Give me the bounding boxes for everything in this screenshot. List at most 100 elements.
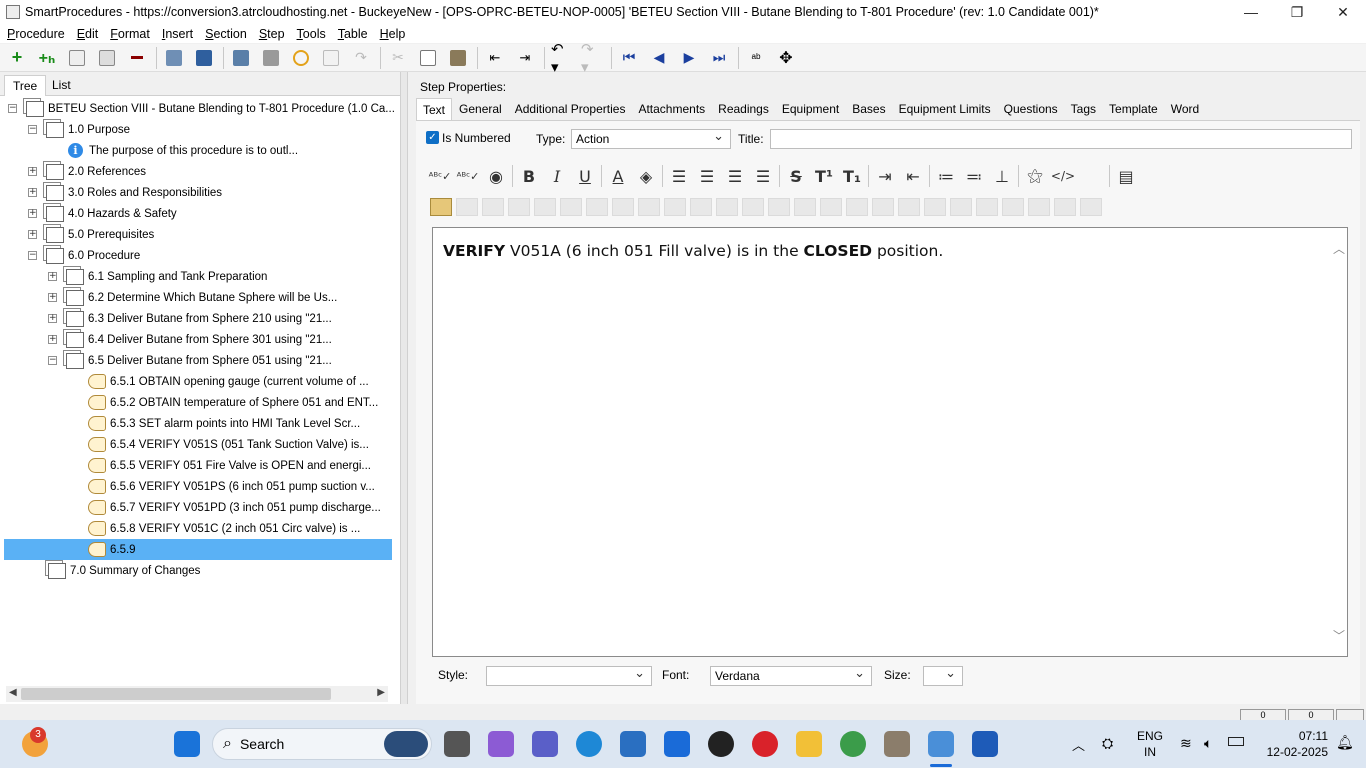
- tab-questions[interactable]: Questions: [998, 98, 1064, 120]
- previous-icon[interactable]: ◀: [648, 47, 670, 69]
- tree-node-6-3[interactable]: +6.3 Deliver Butane from Sphere 210 usin…: [48, 308, 332, 329]
- clock-time[interactable]: 07:11: [1256, 729, 1328, 743]
- font-select[interactable]: Verdana: [710, 665, 872, 686]
- collapse-icon[interactable]: −: [8, 104, 17, 113]
- step-text-content[interactable]: VERIFY V051A (6 inch 051 Fill valve) is …: [443, 242, 943, 260]
- wifi-icon[interactable]: ≋: [1180, 735, 1192, 752]
- tree-node-step-6-5-5[interactable]: 6.5.5 VERIFY 051 Fire Valve is OPEN and …: [88, 455, 371, 476]
- justify-icon[interactable]: ☰: [749, 164, 777, 188]
- menu-tools[interactable]: Tools: [297, 27, 326, 41]
- tree-node-root[interactable]: − BETEU Section VIII - Butane Blending to…: [8, 98, 394, 119]
- task-view-icon[interactable]: [444, 731, 470, 757]
- undo-icon[interactable]: ↶ ▾: [551, 41, 573, 76]
- tree-node-step-6-5-9[interactable]: 6.5.9: [4, 539, 392, 560]
- tree-node-summary[interactable]: 7.0 Summary of Changes: [48, 560, 200, 581]
- title-input[interactable]: [770, 129, 1352, 149]
- windows-start-icon[interactable]: [174, 731, 200, 757]
- is-numbered-checkbox[interactable]: ✓: [426, 131, 439, 144]
- tree-node-step-6-5-8[interactable]: 6.5.8 VERIFY V051C (2 inch 051 Circ valv…: [88, 518, 360, 539]
- word-icon[interactable]: [972, 731, 998, 757]
- tab-tree[interactable]: Tree: [4, 75, 47, 96]
- spellcheck-icon[interactable]: ᴬᴮᶜ✓: [426, 164, 454, 188]
- numbered-list-icon[interactable]: ≕: [960, 164, 988, 188]
- menu-format[interactable]: Format: [110, 27, 150, 41]
- outline-expand-icon[interactable]: [96, 47, 118, 69]
- outdent-icon[interactable]: ⇥: [514, 47, 536, 69]
- redo-icon[interactable]: ↷ ▾: [581, 41, 603, 76]
- scroll-left-icon[interactable]: ◀: [9, 687, 17, 698]
- scroll-down-icon[interactable]: ﹀: [1333, 627, 1345, 644]
- html-code-icon[interactable]: </>: [1049, 164, 1077, 188]
- tab-general[interactable]: General: [453, 98, 508, 120]
- add-icon[interactable]: +: [6, 47, 28, 69]
- type-select[interactable]: Action: [571, 128, 731, 149]
- expand-icon[interactable]: +: [48, 272, 57, 281]
- tab-equipment[interactable]: Equipment: [776, 98, 845, 120]
- align-left-icon[interactable]: ☰: [665, 164, 693, 188]
- field-icon[interactable]: [320, 47, 342, 69]
- superscript-icon[interactable]: T¹: [810, 164, 838, 188]
- chrome-icon[interactable]: [840, 731, 866, 757]
- network-settings-icon[interactable]: ⛭: [1102, 735, 1113, 752]
- first-icon[interactable]: ⏮: [618, 47, 640, 69]
- tab-tags[interactable]: Tags: [1065, 98, 1102, 120]
- tab-word[interactable]: Word: [1165, 98, 1205, 120]
- tab-attachments[interactable]: Attachments: [632, 98, 711, 120]
- underline-icon[interactable]: U: [571, 164, 599, 188]
- menu-insert[interactable]: Insert: [162, 27, 193, 41]
- expand-icon[interactable]: +: [28, 230, 37, 239]
- tree-node-6-2[interactable]: +6.2 Determine Which Butane Sphere will …: [48, 287, 337, 308]
- tree-node-step-6-5-2[interactable]: 6.5.2 OBTAIN temperature of Sphere 051 a…: [88, 392, 378, 413]
- insert-line-icon[interactable]: ⊥: [988, 164, 1016, 188]
- teams-icon[interactable]: [532, 731, 558, 757]
- tab-text[interactable]: Text: [416, 98, 453, 120]
- menu-step[interactable]: Step: [259, 27, 285, 41]
- publish-icon[interactable]: [230, 47, 252, 69]
- collapse-icon[interactable]: −: [28, 251, 37, 260]
- tree-node-6-1[interactable]: +6.1 Sampling and Tank Preparation: [48, 266, 267, 287]
- expand-icon[interactable]: +: [28, 188, 37, 197]
- subscript-icon[interactable]: T₁: [838, 164, 866, 188]
- thesaurus-icon[interactable]: ◉: [482, 164, 510, 188]
- notifications-icon[interactable]: 🔔︎: [1336, 734, 1354, 751]
- tab-equipment-limits[interactable]: Equipment Limits: [893, 98, 997, 120]
- tree-node-prerequisites[interactable]: +5.0 Prerequisites: [28, 224, 154, 245]
- increase-indent-icon[interactable]: ⇥: [871, 164, 899, 188]
- outline-icon[interactable]: [66, 47, 88, 69]
- highlight-icon[interactable]: ◈: [632, 164, 660, 188]
- tree-node-step-6-5-7[interactable]: 6.5.7 VERIFY V051PD (3 inch 051 pump dis…: [88, 497, 381, 518]
- indent-icon[interactable]: ⇤: [484, 47, 506, 69]
- print-preview-icon[interactable]: ▤: [1112, 164, 1140, 188]
- tree-node-procedure[interactable]: − 6.0 Procedure: [28, 245, 140, 266]
- tree-node-purpose-text[interactable]: i The purpose of this procedure is to out…: [68, 140, 298, 161]
- scroll-thumb[interactable]: [21, 688, 331, 700]
- expand-icon[interactable]: +: [48, 335, 57, 344]
- dell-icon[interactable]: [708, 731, 734, 757]
- bullet-list-icon[interactable]: ≔: [932, 164, 960, 188]
- tab-template[interactable]: Template: [1103, 98, 1164, 120]
- battery-icon[interactable]: [1228, 737, 1244, 746]
- size-select[interactable]: [923, 665, 963, 686]
- smartprocedures-icon[interactable]: [928, 731, 954, 757]
- collapse-icon[interactable]: −: [28, 125, 37, 134]
- collapse-icon[interactable]: −: [48, 356, 57, 365]
- tab-readings[interactable]: Readings: [712, 98, 775, 120]
- expand-icon[interactable]: +: [28, 167, 37, 176]
- scroll-up-icon[interactable]: ︿: [1333, 240, 1345, 257]
- tree-node-references[interactable]: +2.0 References: [28, 161, 146, 182]
- remote-icon[interactable]: [664, 731, 690, 757]
- opera-icon[interactable]: [752, 731, 778, 757]
- copilot-icon[interactable]: [488, 731, 514, 757]
- magic-wand-icon[interactable]: ⚝: [1021, 164, 1049, 188]
- next-icon[interactable]: ▶: [678, 47, 700, 69]
- last-icon[interactable]: ⏭: [708, 47, 730, 69]
- tab-additional-properties[interactable]: Additional Properties: [509, 98, 632, 120]
- tree-node-step-6-5-4[interactable]: 6.5.4 VERIFY V051S (051 Tank Suction Val…: [88, 434, 369, 455]
- cut-icon[interactable]: ✂: [387, 47, 409, 69]
- language-code[interactable]: ENG: [1134, 729, 1166, 743]
- paste-icon[interactable]: [447, 47, 469, 69]
- app-icon[interactable]: [884, 731, 910, 757]
- tree-node-step-6-5-6[interactable]: 6.5.6 VERIFY V051PS (6 inch 051 pump suc…: [88, 476, 375, 497]
- edge-icon[interactable]: [576, 731, 602, 757]
- spellcheck-icon[interactable]: ᵃᵇ: [745, 47, 767, 69]
